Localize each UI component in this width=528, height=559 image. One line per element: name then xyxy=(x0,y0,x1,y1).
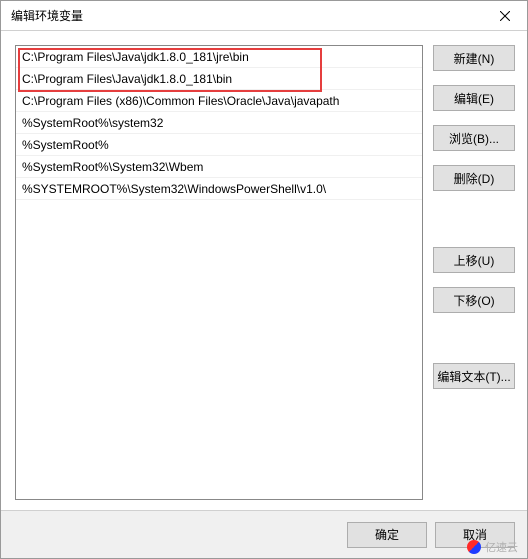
list-item[interactable]: %SystemRoot% xyxy=(16,134,422,156)
list-item[interactable]: %SystemRoot%\System32\Wbem xyxy=(16,156,422,178)
list-item[interactable]: %SYSTEMROOT%\System32\WindowsPowerShell\… xyxy=(16,178,422,200)
spacer xyxy=(433,205,515,233)
movedown-button[interactable]: 下移(O) xyxy=(433,287,515,313)
dialog-body: C:\Program Files\Java\jdk1.8.0_181\jre\b… xyxy=(1,31,527,510)
list-item[interactable]: C:\Program Files\Java\jdk1.8.0_181\bin xyxy=(16,68,422,90)
dialog-footer: 确定 取消 xyxy=(1,510,527,558)
new-button[interactable]: 新建(N) xyxy=(433,45,515,71)
list-item[interactable]: C:\Program Files\Java\jdk1.8.0_181\jre\b… xyxy=(16,46,422,68)
dialog-window: 编辑环境变量 C:\Program Files\Java\jdk1.8.0_18… xyxy=(0,0,528,559)
list-column: C:\Program Files\Java\jdk1.8.0_181\jre\b… xyxy=(15,45,423,500)
moveup-button[interactable]: 上移(U) xyxy=(433,247,515,273)
list-item[interactable]: C:\Program Files (x86)\Common Files\Orac… xyxy=(16,90,422,112)
spacer xyxy=(433,327,515,349)
close-button[interactable] xyxy=(483,1,527,31)
close-icon xyxy=(500,11,510,21)
cancel-button[interactable]: 取消 xyxy=(435,522,515,548)
edit-button[interactable]: 编辑(E) xyxy=(433,85,515,111)
delete-button[interactable]: 删除(D) xyxy=(433,165,515,191)
titlebar: 编辑环境变量 xyxy=(1,1,527,31)
path-listbox[interactable]: C:\Program Files\Java\jdk1.8.0_181\jre\b… xyxy=(15,45,423,500)
ok-button[interactable]: 确定 xyxy=(347,522,427,548)
button-column: 新建(N) 编辑(E) 浏览(B)... 删除(D) 上移(U) 下移(O) 编… xyxy=(433,45,515,500)
browse-button[interactable]: 浏览(B)... xyxy=(433,125,515,151)
edittext-button[interactable]: 编辑文本(T)... xyxy=(433,363,515,389)
window-title: 编辑环境变量 xyxy=(11,7,83,24)
list-item[interactable]: %SystemRoot%\system32 xyxy=(16,112,422,134)
